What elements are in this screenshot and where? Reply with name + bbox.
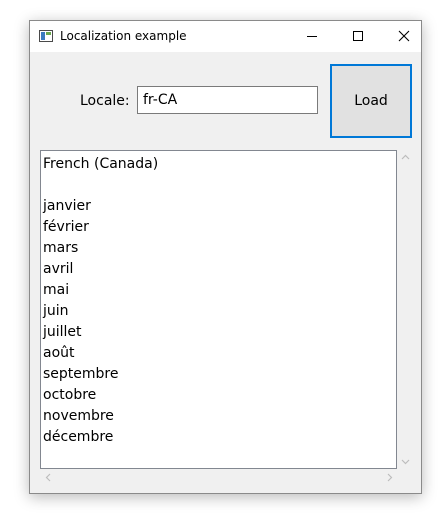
output-line: janvier [43,198,91,214]
output-line: avril [43,261,74,277]
output-line: juillet [43,324,82,340]
output-line: juin [43,303,69,319]
minimize-button[interactable] [289,21,335,52]
close-button[interactable] [381,21,427,52]
maximize-button[interactable] [335,21,381,52]
output-line: octobre [43,387,97,403]
output-line: février [43,219,89,235]
vertical-scrollbar[interactable] [397,150,414,469]
output-line: French (Canada) [43,156,159,172]
output-line: août [43,345,75,361]
output-text-area[interactable]: French (Canada) janvier février mars avril ma… [40,150,397,469]
window-title: Localization example [60,29,187,43]
output-line: septembre [43,366,119,382]
scroll-right-arrow-icon[interactable] [387,473,393,482]
output-line: mai [43,282,70,298]
close-icon [398,30,410,42]
app-window: Localization example Locale: Load French… [29,20,422,494]
app-icon [39,30,53,42]
locale-input[interactable] [137,86,318,114]
load-button[interactable]: Load [330,64,412,138]
scroll-up-arrow-icon[interactable] [401,154,410,160]
output-line: novembre [43,408,114,424]
scroll-left-arrow-icon[interactable] [45,473,51,482]
maximize-icon [353,31,363,41]
horizontal-scrollbar[interactable] [40,469,397,486]
output-line: mars [43,240,79,256]
minimize-icon [307,36,317,37]
scroll-down-arrow-icon[interactable] [401,459,410,465]
title-bar[interactable]: Localization example [30,21,421,52]
locale-label: Locale: [80,93,130,109]
output-line: décembre [43,429,114,445]
